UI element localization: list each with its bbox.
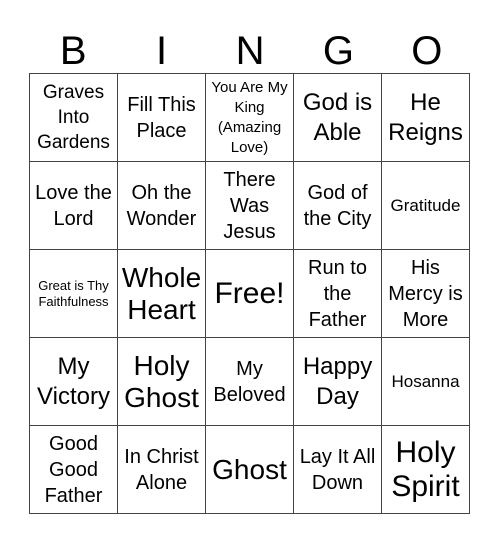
bingo-cell[interactable]: Holy Ghost [118, 338, 206, 426]
bingo-cell[interactable]: There Was Jesus [206, 162, 294, 250]
bingo-cell[interactable]: Great is Thy Faithfulness [30, 250, 118, 338]
bingo-cell[interactable]: Gratitude [382, 162, 470, 250]
bingo-cell[interactable]: God is Able [294, 74, 382, 162]
bingo-header: B I N G O [29, 28, 471, 74]
bingo-cell[interactable]: Whole Heart [118, 250, 206, 338]
header-letter-b: B [59, 29, 87, 73]
bingo-cell[interactable]: His Mercy is More [382, 250, 470, 338]
bingo-cell[interactable]: Happy Day [294, 338, 382, 426]
bingo-cell[interactable]: Oh the Wonder [118, 162, 206, 250]
bingo-cell[interactable]: In Christ Alone [118, 426, 206, 514]
header-letter-i: I [156, 29, 168, 73]
bingo-cell[interactable]: Good Good Father [30, 426, 118, 514]
bingo-cell[interactable]: He Reigns [382, 74, 470, 162]
bingo-cell[interactable]: Ghost [206, 426, 294, 514]
bingo-cell[interactable]: Lay It All Down [294, 426, 382, 514]
header-letter-o: O [411, 29, 443, 73]
bingo-cell[interactable]: Hosanna [382, 338, 470, 426]
bingo-cell[interactable]: Holy Spirit [382, 426, 470, 514]
bingo-cell[interactable]: God of the City [294, 162, 382, 250]
bingo-cell[interactable]: My Victory [30, 338, 118, 426]
bingo-cell[interactable]: Love the Lord [30, 162, 118, 250]
bingo-grid: Graves Into Gardens Fill This Place You … [29, 73, 470, 514]
free-space[interactable]: Free! [206, 250, 294, 338]
bingo-cell[interactable]: Fill This Place [118, 74, 206, 162]
header-letter-n: N [235, 29, 265, 73]
bingo-cell[interactable]: Graves Into Gardens [30, 74, 118, 162]
bingo-cell[interactable]: Run to the Father [294, 250, 382, 338]
bingo-cell[interactable]: You Are My King (Amazing Love) [206, 74, 294, 162]
header-letter-g: G [322, 29, 354, 73]
bingo-cell[interactable]: My Beloved [206, 338, 294, 426]
